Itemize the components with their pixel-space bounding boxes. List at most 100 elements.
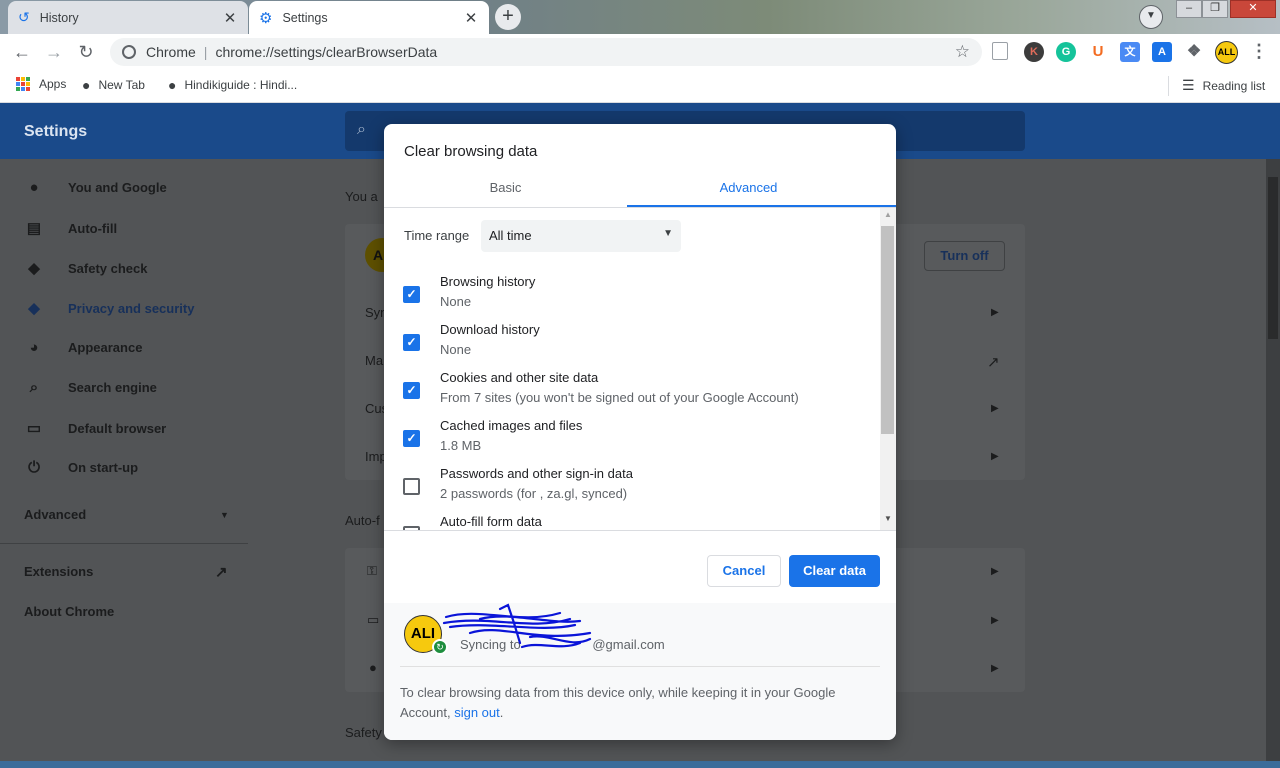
- forward-icon[interactable]: →: [43, 42, 65, 64]
- sidebar-item-privacy-and-security[interactable]: ◆ Privacy and security: [24, 299, 194, 317]
- history-icon: ↺: [18, 9, 30, 25]
- bookmark-label: Apps: [39, 77, 67, 91]
- sidebar-item-search-engine[interactable]: ⌕ Search engine: [24, 379, 157, 396]
- option-title: Browsing history: [440, 274, 536, 289]
- palette-icon: ◕: [29, 339, 39, 356]
- sidebar-item-label: You and Google: [68, 180, 167, 195]
- tab-basic[interactable]: Basic: [384, 180, 627, 195]
- tab-advanced[interactable]: Advanced: [627, 180, 870, 195]
- checkbox-download-history[interactable]: ✓: [403, 334, 420, 351]
- star-icon[interactable]: ☆: [955, 42, 970, 62]
- dialog-body-divider: [384, 530, 896, 531]
- k-extension-icon[interactable]: K: [1024, 42, 1044, 62]
- reading-list-button[interactable]: ☰ Reading list: [1182, 77, 1265, 94]
- peek-you-and-google-heading: You a: [345, 189, 378, 204]
- option-title: Passwords and other sign-in data: [440, 466, 633, 481]
- taskbar: [0, 761, 1280, 768]
- address-bar[interactable]: Chrome | chrome://settings/clearBrowserD…: [110, 38, 982, 66]
- dialog-scrollbar[interactable]: ▲ ▼: [880, 208, 896, 530]
- reload-icon[interactable]: ↻: [75, 42, 97, 64]
- tab-title: Settings: [282, 10, 328, 25]
- ubersuggest-icon[interactable]: U: [1088, 42, 1108, 62]
- sidebar-divider: [0, 543, 248, 544]
- bookmark-label: New Tab: [98, 78, 145, 92]
- drive-extension-icon[interactable]: A: [1152, 42, 1172, 62]
- omnibox-scheme: Chrome: [146, 44, 196, 60]
- caret-down-icon: ▼: [663, 228, 673, 239]
- sidebar-item-you-and-google[interactable]: ● You and Google: [24, 179, 167, 196]
- sidebar-item-label: Search engine: [68, 380, 157, 395]
- close-icon[interactable]: ✕: [463, 9, 479, 27]
- chevron-right-icon: ▶: [991, 615, 999, 626]
- sign-out-link[interactable]: sign out: [454, 705, 500, 720]
- sidebar-item-safety-check[interactable]: ◆ Safety check: [24, 259, 148, 277]
- checkbox-cached-images[interactable]: ✓: [403, 430, 420, 447]
- page-scrollbar-thumb[interactable]: [1268, 177, 1278, 339]
- sidebar-item-label: Appearance: [68, 340, 143, 355]
- option-autofill-form-data[interactable]: Auto-fill form data: [384, 514, 874, 530]
- sidebar-item-auto-fill[interactable]: ▤ Auto-fill: [24, 219, 117, 237]
- turn-off-sync-button[interactable]: Turn off: [924, 241, 1005, 271]
- copy-extension-icon[interactable]: [992, 42, 1008, 60]
- sidebar-about-chrome[interactable]: About Chrome: [24, 604, 114, 619]
- close-icon[interactable]: ✕: [222, 9, 238, 27]
- sidebar-extensions[interactable]: Extensions ↗: [24, 564, 234, 581]
- back-icon[interactable]: ←: [11, 42, 33, 64]
- puzzle-icon[interactable]: ❖: [1184, 42, 1204, 62]
- option-cached-images[interactable]: ✓ Cached images and files 1.8 MB: [384, 418, 874, 462]
- grammarly-icon[interactable]: G: [1056, 42, 1076, 62]
- more-menu-icon[interactable]: ⋮: [1250, 41, 1268, 62]
- globe-icon: ●: [168, 77, 177, 93]
- tab-search-icon[interactable]: ▼: [1139, 5, 1163, 29]
- profile-avatar[interactable]: ALL: [1215, 41, 1238, 64]
- footer-note: To clear browsing data from this device …: [400, 683, 870, 723]
- clear-browsing-data-dialog: Clear browsing data Basic Advanced Time …: [384, 124, 896, 740]
- bookmark-hindikiguide[interactable]: ● Hindikiguide : Hindi...: [168, 77, 297, 93]
- option-cookies[interactable]: ✓ Cookies and other site data From 7 sit…: [384, 370, 874, 414]
- new-tab-button[interactable]: +: [495, 4, 521, 30]
- tab-settings[interactable]: ⚙ Settings ✕: [249, 1, 489, 34]
- person-icon: ●: [29, 179, 39, 196]
- toolbar: ← → ↻ Chrome | chrome://settings/clearBr…: [0, 34, 1280, 70]
- sidebar-item-label: Safety check: [68, 260, 148, 276]
- peek-manage-row[interactable]: Ma: [365, 353, 383, 368]
- time-range-select[interactable]: All time ▼: [481, 220, 681, 252]
- option-download-history[interactable]: ✓ Download history None: [384, 322, 874, 366]
- translate-icon[interactable]: 文: [1120, 42, 1140, 62]
- credit-card-icon[interactable]: ▭: [367, 612, 379, 628]
- sidebar-extensions-label: Extensions: [24, 564, 94, 579]
- minimize-button[interactable]: ‒: [1176, 0, 1202, 18]
- key-icon[interactable]: ⚿: [367, 563, 377, 579]
- checkbox-cookies[interactable]: ✓: [403, 382, 420, 399]
- checkbox-browsing-history[interactable]: ✓: [403, 286, 420, 303]
- tab-active-indicator: [627, 205, 896, 207]
- clear-data-button[interactable]: Clear data: [789, 555, 880, 587]
- dialog-footer: ALI ↻ Syncing to @gmail.com To clear bro…: [384, 603, 896, 740]
- sync-email-suffix: @gmail.com: [592, 637, 665, 652]
- search-icon: ⌕: [357, 121, 366, 138]
- window-close-button[interactable]: ✕: [1230, 0, 1276, 18]
- option-passwords[interactable]: Passwords and other sign-in data 2 passw…: [384, 466, 874, 510]
- dialog-scrollbar-thumb[interactable]: [881, 226, 894, 434]
- cancel-button[interactable]: Cancel: [707, 555, 781, 587]
- tab-history[interactable]: ↺ History ✕: [8, 1, 248, 34]
- bookmark-new-tab[interactable]: ● New Tab: [82, 77, 145, 93]
- page-scrollbar[interactable]: [1266, 159, 1280, 768]
- option-browsing-history[interactable]: ✓ Browsing history None: [384, 274, 874, 318]
- location-pin-icon[interactable]: ●: [369, 660, 377, 675]
- sidebar-item-on-start-up[interactable]: ⏻ On start-up: [24, 459, 138, 476]
- sidebar-advanced[interactable]: Advanced ▼: [24, 507, 230, 522]
- omnibox-url: chrome://settings/clearBrowserData: [215, 44, 438, 60]
- apps-icon: [16, 77, 30, 91]
- globe-icon: ●: [82, 77, 91, 93]
- sidebar-item-appearance[interactable]: ◕ Appearance: [24, 339, 142, 356]
- scroll-up-icon[interactable]: ▲: [884, 210, 892, 219]
- bookmark-apps[interactable]: Apps: [16, 77, 66, 91]
- checkbox-passwords[interactable]: [403, 478, 420, 495]
- reading-list-icon: ☰: [1182, 77, 1195, 93]
- sidebar-item-default-browser[interactable]: ▭ Default browser: [24, 419, 166, 437]
- maximize-button[interactable]: ❐: [1202, 0, 1228, 18]
- scroll-down-icon[interactable]: ▼: [884, 514, 892, 523]
- redaction-scribble: [442, 603, 592, 649]
- gear-icon: ⚙: [259, 9, 273, 27]
